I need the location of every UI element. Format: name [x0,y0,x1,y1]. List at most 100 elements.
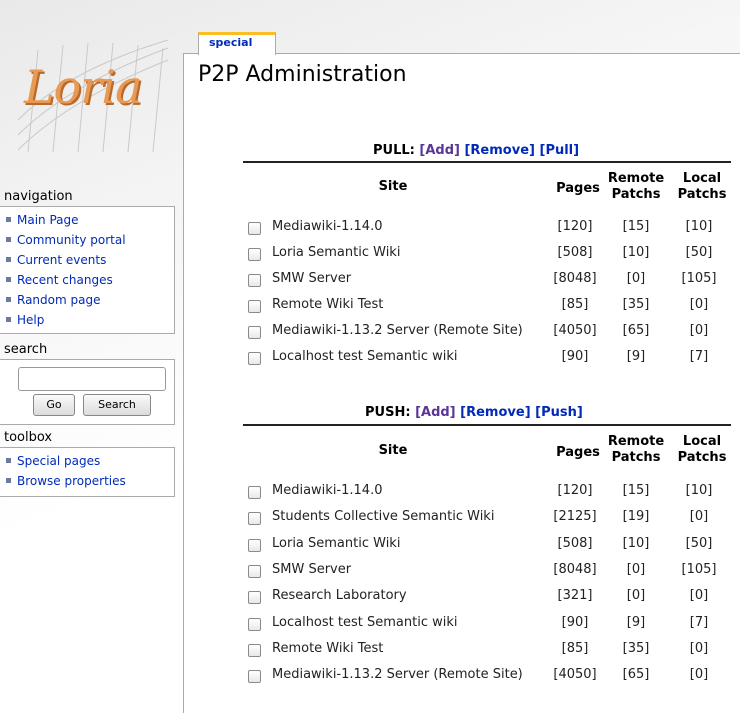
pages-link[interactable]: [8048] [544,562,606,577]
site-checkbox[interactable] [248,222,261,235]
remote-patchs-link[interactable]: [10] [606,245,666,260]
pull-remove-link[interactable]: [Remove] [464,143,534,158]
search-input[interactable] [18,367,166,391]
nav-link-label[interactable]: Community portal [17,233,126,247]
pages-link[interactable]: [8048] [544,271,606,286]
local-patchs-link[interactable]: [10] [668,483,730,498]
local-patchs-link[interactable]: [50] [668,536,730,551]
remote-patchs-link[interactable]: [0] [606,588,666,603]
site-checkbox[interactable] [248,564,261,578]
pull-action-link[interactable]: [Pull] [540,143,580,158]
nav-link-label[interactable]: Help [17,313,44,327]
remote-patchs-link[interactable]: [15] [606,219,666,234]
push-add-link[interactable]: [Add] [415,405,456,420]
nav-community-portal[interactable]: Community portal [6,230,174,250]
local-patchs-link[interactable]: [7] [668,615,730,630]
local-patchs-link[interactable]: [0] [668,667,730,682]
remote-patchs-link[interactable]: [65] [606,667,666,682]
site-checkbox[interactable] [248,591,261,605]
site-checkbox[interactable] [248,248,261,261]
pages-link[interactable]: [120] [544,219,606,234]
bullet-icon [6,478,11,483]
local-patchs-link[interactable]: [50] [668,245,730,260]
push-header-local: Local Patchs [672,434,732,466]
nav-help[interactable]: Help [6,310,174,330]
remote-patchs-link[interactable]: [9] [606,615,666,630]
search-button[interactable]: Search [83,394,151,416]
remote-patchs-link[interactable]: [0] [606,562,666,577]
pages-link[interactable]: [2125] [544,509,606,524]
remote-patchs-link[interactable]: [19] [606,509,666,524]
nav-random-page[interactable]: Random page [6,290,174,310]
site-checkbox[interactable] [248,643,261,657]
pages-link[interactable]: [120] [544,483,606,498]
local-patchs-link[interactable]: [0] [668,641,730,656]
pages-link[interactable]: [90] [544,615,606,630]
nav-link-label[interactable]: Recent changes [17,273,113,287]
local-patchs-link[interactable]: [0] [668,509,730,524]
remote-patchs-link[interactable]: [65] [606,323,666,338]
nav-main-page[interactable]: Main Page [6,210,174,230]
pages-link[interactable]: [4050] [544,667,606,682]
site-checkbox[interactable] [248,486,261,499]
header-text: Patchs [611,450,661,465]
local-patchs-link[interactable]: [105] [668,562,730,577]
pull-caption: PULL: [Add] [Remove] [Pull] [373,143,579,158]
pull-add-link[interactable]: [Add] [419,143,460,158]
push-action-link[interactable]: [Push] [535,405,583,420]
table-row: Remote Wiki Test [85] [35] [0] [248,641,740,661]
remote-patchs-link[interactable]: [35] [606,297,666,312]
go-button[interactable]: Go [33,394,75,416]
nav-recent-changes[interactable]: Recent changes [6,270,174,290]
nav-link-label[interactable]: Current events [17,253,106,267]
site-checkbox[interactable] [248,538,261,552]
pages-link[interactable]: [321] [544,588,606,603]
site-checkbox[interactable] [248,352,261,365]
pages-link[interactable]: [85] [544,641,606,656]
push-remove-link[interactable]: [Remove] [460,405,530,420]
nav-link-label[interactable]: Random page [17,293,100,307]
site-checkbox[interactable] [248,326,261,339]
remote-patchs-link[interactable]: [15] [606,483,666,498]
push-header-site: Site [378,443,408,458]
local-patchs-link[interactable]: [0] [668,588,730,603]
push-table-rule [243,424,731,426]
local-patchs-link[interactable]: [0] [668,323,730,338]
site-logo[interactable]: Loria [8,40,176,158]
pages-link[interactable]: [85] [544,297,606,312]
site-checkbox[interactable] [248,670,261,684]
tab-special[interactable]: special [198,32,276,55]
nav-current-events[interactable]: Current events [6,250,174,270]
page-title: P2P Administration [198,62,407,87]
toolbox-special-pages[interactable]: Special pages [6,451,174,471]
pages-link[interactable]: [508] [544,245,606,260]
local-patchs-link[interactable]: [7] [668,349,730,364]
remote-patchs-link[interactable]: [0] [606,271,666,286]
pull-table-rule [243,161,731,163]
local-patchs-link[interactable]: [105] [668,271,730,286]
pages-link[interactable]: [4050] [544,323,606,338]
remote-patchs-link[interactable]: [35] [606,641,666,656]
nav-link-label[interactable]: Main Page [17,213,79,227]
site-checkbox[interactable] [248,274,261,287]
header-text: Patchs [677,187,727,202]
site-name: Localhost test Semantic wiki [272,614,458,630]
pages-link[interactable]: [90] [544,349,606,364]
push-label: PUSH: [365,405,411,420]
site-checkbox[interactable] [248,300,261,313]
header-text: Patchs [677,450,727,465]
local-patchs-link[interactable]: [10] [668,219,730,234]
remote-patchs-link[interactable]: [10] [606,536,666,551]
tab-label[interactable]: special [199,35,275,49]
pages-link[interactable]: [508] [544,536,606,551]
site-checkbox[interactable] [248,617,261,631]
table-row: Loria Semantic Wiki [508] [10] [50] [248,536,740,556]
local-patchs-link[interactable]: [0] [668,297,730,312]
toolbox-browse-properties[interactable]: Browse properties [6,471,174,491]
toolbox-link-label[interactable]: Special pages [17,454,100,468]
search-title: search [4,342,48,357]
site-checkbox[interactable] [248,512,261,526]
remote-patchs-link[interactable]: [9] [606,349,666,364]
toolbox-link-label[interactable]: Browse properties [17,474,126,488]
site-name: Remote Wiki Test [272,640,384,656]
